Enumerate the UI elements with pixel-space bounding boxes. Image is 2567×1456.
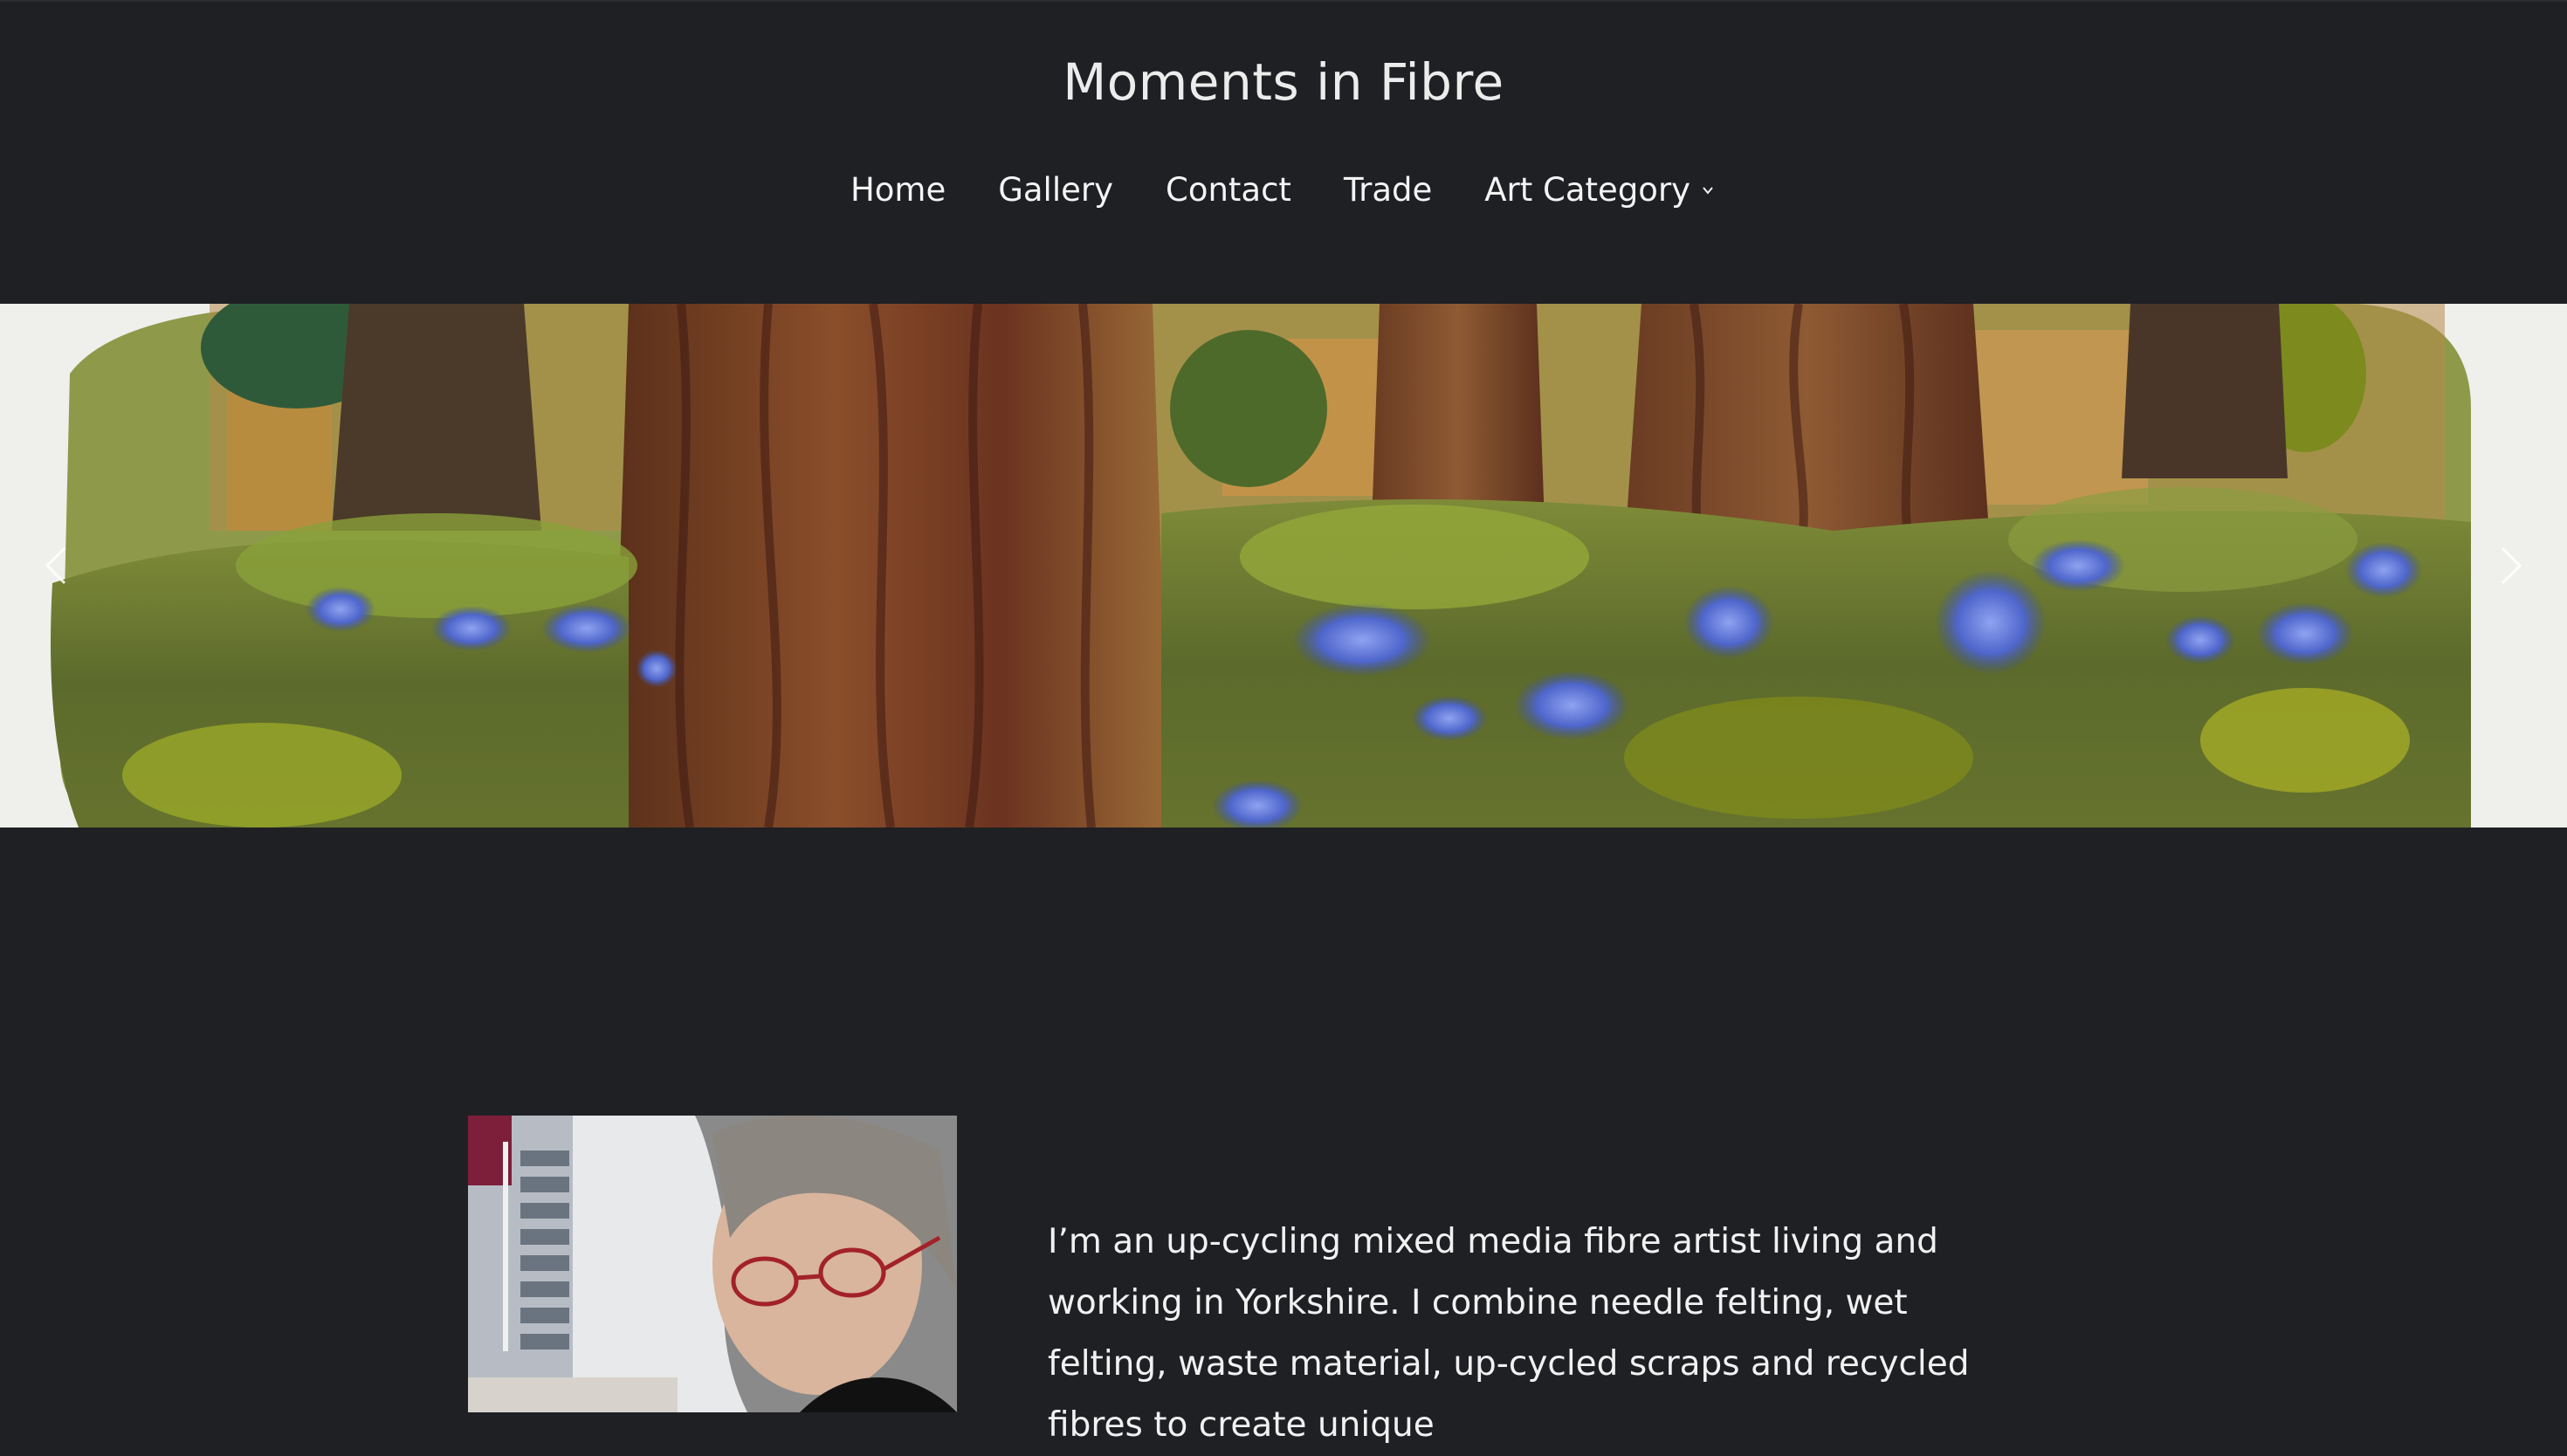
nav-contact[interactable]: Contact xyxy=(1139,164,1318,216)
hero-felt-artwork-image xyxy=(0,304,2567,828)
main-nav: Home Gallery Contact Trade Art Category xyxy=(0,164,2567,216)
nav-contact-label: Contact xyxy=(1165,171,1291,209)
nav-art-category-label: Art Category xyxy=(1484,171,1691,209)
nav-trade-label: Trade xyxy=(1343,171,1433,209)
site-title[interactable]: Moments in Fibre xyxy=(0,47,2567,117)
chevron-left-icon[interactable] xyxy=(31,539,84,592)
site-header: Moments in Fibre Home Gallery Contact Tr… xyxy=(0,0,2567,304)
nav-gallery-label: Gallery xyxy=(998,171,1113,209)
about-intro-text: I’m an up-cycling mixed media fibre arti… xyxy=(1048,1222,1970,1445)
artist-portrait-image xyxy=(468,1116,957,1412)
nav-home[interactable]: Home xyxy=(824,164,972,216)
nav-trade[interactable]: Trade xyxy=(1318,164,1458,216)
nav-gallery[interactable]: Gallery xyxy=(972,164,1139,216)
hero-slider[interactable] xyxy=(0,304,2567,828)
nav-home-label: Home xyxy=(850,171,946,209)
chevron-right-icon[interactable] xyxy=(2483,539,2536,592)
nav-art-category[interactable]: Art Category xyxy=(1458,164,1743,216)
chevron-down-icon xyxy=(1703,187,1713,195)
about-section: I’m an up-cycling mixed media fibre arti… xyxy=(0,828,2567,1445)
